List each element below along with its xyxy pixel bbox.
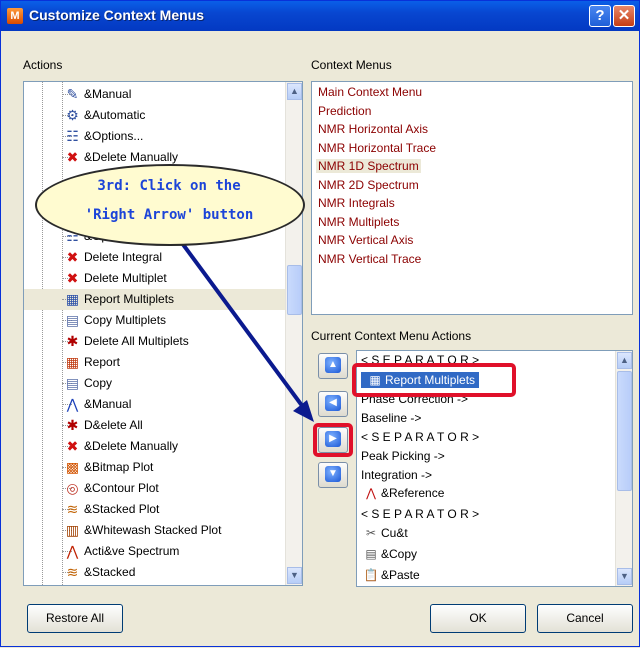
callout-bubble <box>35 164 305 246</box>
callout-line-1: 3rd: Click on the <box>97 178 241 194</box>
annotation-arrow <box>177 237 314 422</box>
cancel-button[interactable]: Cancel <box>537 604 633 633</box>
ok-button[interactable]: OK <box>430 604 526 633</box>
callout-line-2: 'Right Arrow' button <box>84 207 254 223</box>
restore-all-button[interactable]: Restore All <box>27 604 123 633</box>
dialog-window: M Customize Context Menus ? ✕ Actions ✎ &… <box>0 0 640 647</box>
